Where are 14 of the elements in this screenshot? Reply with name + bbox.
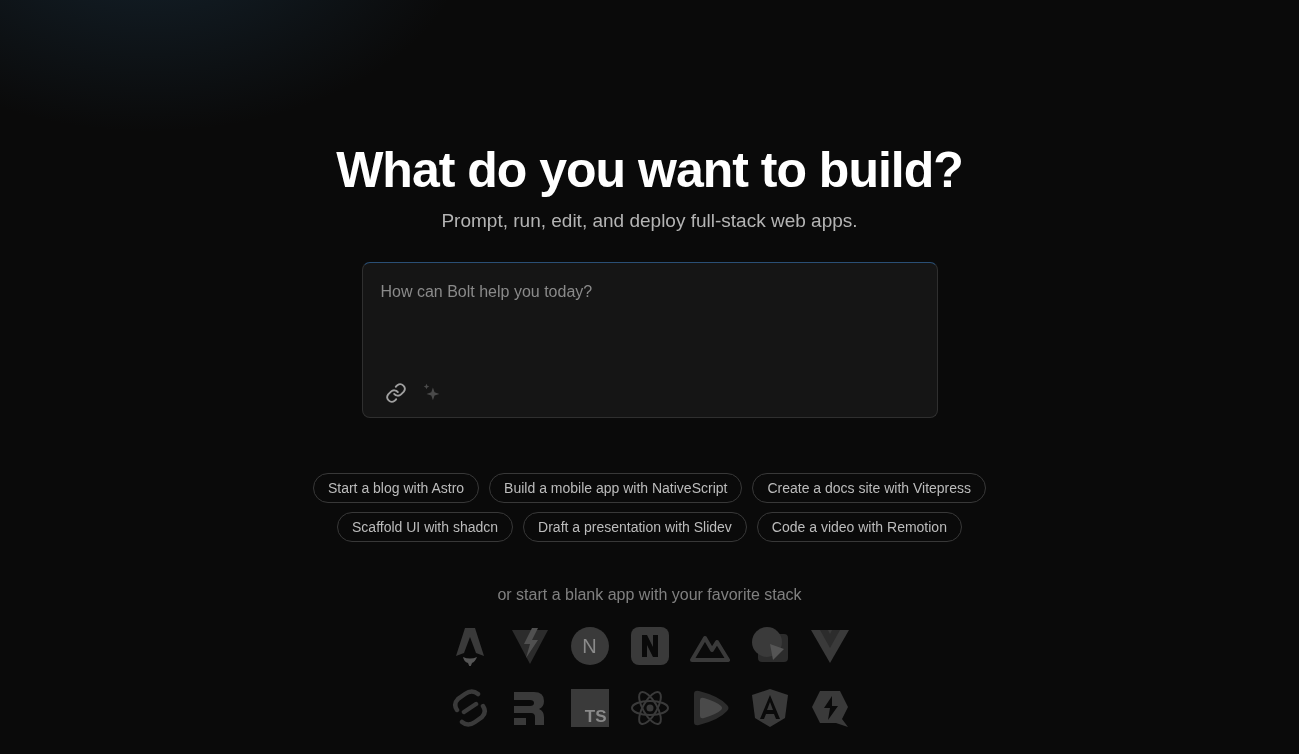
page-heading: What do you want to build? bbox=[336, 141, 963, 200]
square-letters-icon[interactable] bbox=[569, 688, 610, 728]
page-subheading: Prompt, run, edit, and deploy full-stack web apps. bbox=[441, 210, 858, 232]
lightning-hexagon-icon[interactable] bbox=[809, 688, 850, 728]
prompt-field[interactable]: How can Bolt help you today? bbox=[361, 262, 938, 418]
logo-letters: N bbox=[582, 636, 597, 656]
lightning-triangle-icon[interactable] bbox=[509, 626, 550, 666]
circle-letter-icon[interactable] bbox=[569, 626, 610, 666]
rounded-square-letter-icon[interactable] bbox=[629, 626, 670, 666]
link-icon[interactable] bbox=[384, 382, 407, 404]
atom-icon[interactable] bbox=[629, 688, 670, 728]
stack-hint: or start a blank app with your favorite stack bbox=[497, 586, 802, 604]
logo-letters: TS bbox=[584, 708, 607, 725]
shield-letter-icon[interactable] bbox=[749, 688, 790, 728]
